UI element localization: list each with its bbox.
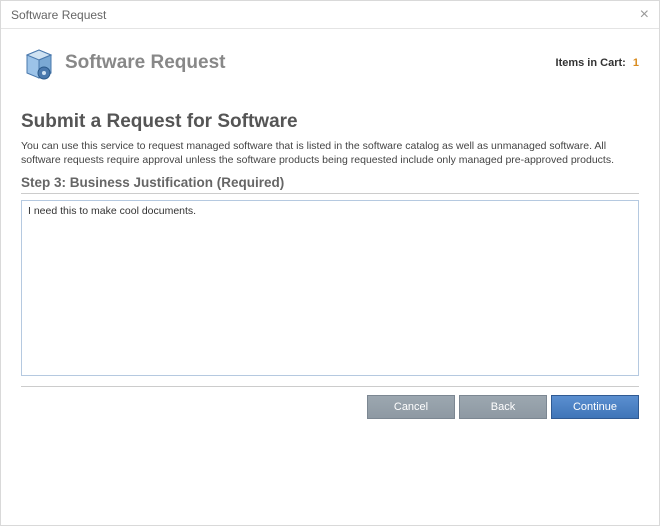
header-row: Software Request Items in Cart: 1	[21, 45, 639, 81]
continue-button[interactable]: Continue	[551, 395, 639, 419]
justification-input[interactable]	[21, 200, 639, 376]
divider	[21, 386, 639, 387]
description-text: You can use this service to request mana…	[21, 139, 639, 167]
title-bar: Software Request ×	[1, 1, 659, 29]
step-title: Step 3: Business Justification (Required…	[21, 175, 639, 194]
software-box-icon	[21, 45, 57, 81]
cancel-button[interactable]: Cancel	[367, 395, 455, 419]
cart-label: Items in Cart:	[556, 57, 626, 69]
software-request-dialog: Software Request × Software Request Item…	[0, 0, 660, 526]
cart-count: 1	[633, 57, 639, 69]
cart-indicator: Items in Cart: 1	[556, 57, 639, 69]
header-left: Software Request	[21, 45, 225, 81]
close-icon[interactable]: ×	[640, 7, 649, 23]
dialog-content: Software Request Items in Cart: 1 Submit…	[1, 29, 659, 525]
back-button[interactable]: Back	[459, 395, 547, 419]
page-title: Software Request	[65, 52, 225, 74]
main-title: Submit a Request for Software	[21, 111, 639, 133]
button-row: Cancel Back Continue	[21, 395, 639, 419]
window-title: Software Request	[11, 8, 106, 22]
